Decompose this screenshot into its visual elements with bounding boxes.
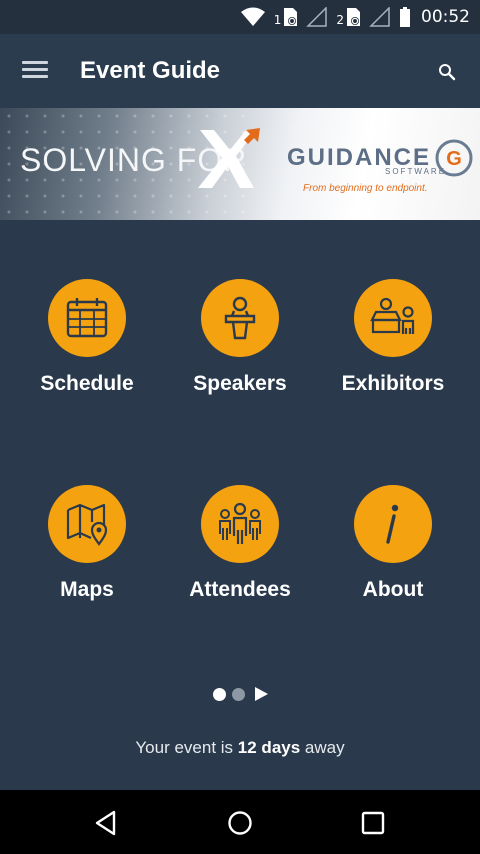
tile-label: Maps [60,578,114,601]
status-bar: 1 2 00:52 [0,0,480,34]
banner-tagline: From beginning to endpoint. [303,183,428,194]
menu-icon[interactable] [22,58,52,84]
page-dot-active[interactable] [212,687,226,701]
home-icon[interactable] [225,808,255,838]
tile-label: Attendees [189,578,291,601]
brand-logo-icon: G [435,139,473,177]
sim-1-number: 1 [273,13,282,27]
tile-speakers[interactable]: Speakers [165,279,315,396]
sim-2-icon: 2 [336,7,361,27]
tile-attendees[interactable]: Attendees [165,485,315,602]
map-pin-icon [48,485,126,563]
arrow-right-icon[interactable] [254,687,268,701]
sponsor-banner[interactable]: SOLVING FOR GUIDANCE SOFTWARE G From beg… [0,108,480,220]
event-countdown: Your event is 12 days away [0,738,480,758]
tile-about[interactable]: About [318,485,468,602]
app-bar: Event Guide [0,34,480,108]
calendar-icon [48,279,126,357]
page-indicator [0,684,480,704]
countdown-suffix: away [304,738,345,757]
tile-label: Schedule [40,372,134,395]
page-title: Event Guide [80,57,221,84]
page-dot[interactable] [231,687,245,701]
signal-icon [369,7,391,27]
clock: 00:52 [421,7,470,27]
tile-schedule[interactable]: Schedule [12,279,162,396]
sim-1-icon: 1 [274,7,299,27]
search-icon[interactable] [436,61,458,83]
info-icon [354,485,432,563]
svg-text:G: G [446,148,462,170]
speaker-podium-icon [201,279,279,357]
tile-exhibitors[interactable]: Exhibitors [318,279,468,396]
wifi-icon [240,7,266,27]
signal-icon [306,7,328,27]
recents-icon[interactable] [358,808,388,838]
tile-maps[interactable]: Maps [12,485,162,602]
exhibitor-booth-icon [354,279,432,357]
tile-label: Exhibitors [341,372,445,395]
banner-x-logo [198,128,260,188]
countdown-value: 12 days [237,738,301,757]
people-group-icon [201,485,279,563]
battery-icon [399,7,411,27]
system-nav-bar [0,790,480,854]
sim-2-number: 2 [336,13,344,27]
back-icon[interactable] [92,808,122,838]
status-icons: 1 2 00:52 [240,0,470,34]
tile-label: Speakers [193,372,287,395]
countdown-prefix: Your event is [135,738,234,757]
tile-label: About [362,578,424,601]
